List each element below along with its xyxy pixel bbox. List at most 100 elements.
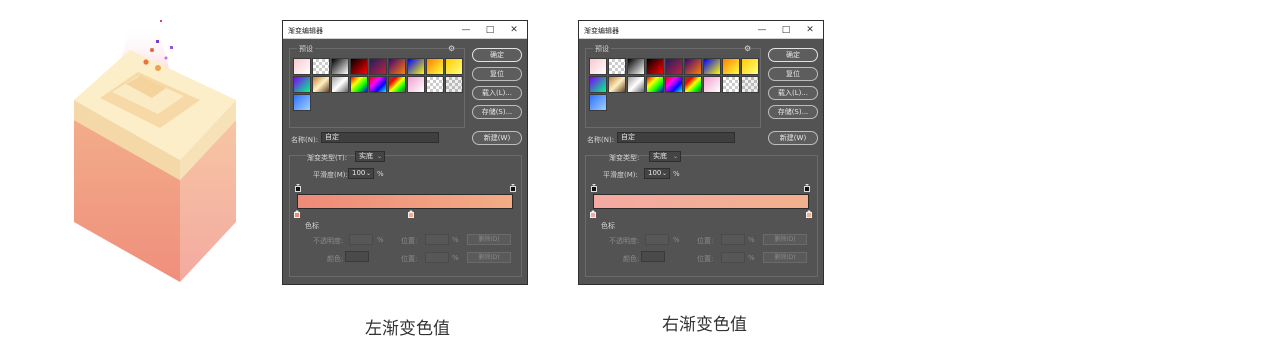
minimize-icon[interactable]: — [755,24,769,36]
opacity-stop-right[interactable] [510,184,516,192]
preset-swatch[interactable] [722,76,740,93]
gradient-type-select[interactable]: 实底 ⌄ [649,151,681,162]
preset-swatch[interactable] [589,76,607,93]
gradient-preview-bar[interactable] [593,194,809,209]
color-location-input[interactable] [721,252,745,263]
close-icon[interactable]: ✕ [803,24,817,36]
preset-swatch[interactable] [312,76,330,93]
opacity-location-input[interactable] [425,234,449,245]
preset-swatch[interactable] [684,58,702,75]
maximize-icon[interactable]: □ [483,24,497,36]
color-location-label: 位置: [697,255,714,263]
preset-swatch-grid [293,58,463,111]
new-button[interactable]: 新建(W) [768,131,818,145]
color-location-percent: % [452,254,459,262]
opacity-input[interactable] [349,234,373,245]
smoothness-value: 100 [352,169,366,177]
presets-label: 预设 [297,44,315,54]
preset-swatch[interactable] [293,94,311,111]
color-well[interactable] [345,251,369,262]
gradient-type-select[interactable]: 实底 ⌄ [355,151,385,162]
preset-swatch[interactable] [684,76,702,93]
preset-swatch[interactable] [627,76,645,93]
preset-swatch[interactable] [589,94,607,111]
dialog-title: 渐变编辑器 [584,27,619,35]
preset-swatch[interactable] [722,58,740,75]
preset-swatch[interactable] [369,76,387,93]
delete-opacity-stop-button[interactable]: 删除(D) [763,234,807,245]
gear-icon[interactable]: ⚙ [448,44,455,53]
preset-swatch[interactable] [703,76,721,93]
gradient-editor-dialog-left: 渐变编辑器 — □ ✕ 预设 ⚙ 确定 复位 载入(L)... 存储(S)...… [282,20,528,285]
preset-swatch[interactable] [665,76,683,93]
preset-swatch[interactable] [665,58,683,75]
preset-swatch[interactable] [407,76,425,93]
preset-swatch[interactable] [627,58,645,75]
preset-swatch[interactable] [331,76,349,93]
color-stop[interactable] [408,210,415,218]
save-button[interactable]: 存储(S)... [768,105,818,119]
preset-swatch[interactable] [312,58,330,75]
chevron-down-icon: ⌄ [365,170,371,177]
preset-swatch[interactable] [426,58,444,75]
gradient-type-value: 实底 [359,152,373,160]
reset-button[interactable]: 复位 [472,67,522,81]
preset-swatch[interactable] [741,76,759,93]
gradient-preview-bar[interactable] [297,194,513,209]
preset-swatch[interactable] [646,76,664,93]
color-stop[interactable] [294,210,300,218]
ok-button[interactable]: 确定 [768,48,818,62]
load-button[interactable]: 载入(L)... [472,86,522,100]
opacity-stop-left[interactable] [295,184,301,192]
ok-button[interactable]: 确定 [472,48,522,62]
preset-swatch[interactable] [426,76,444,93]
preset-swatch[interactable] [445,76,463,93]
preset-swatch[interactable] [407,58,425,75]
minimize-icon[interactable]: — [459,24,473,36]
opacity-input[interactable] [645,234,669,245]
preset-swatch[interactable] [293,58,311,75]
reset-button[interactable]: 复位 [768,67,818,81]
preset-swatch[interactable] [445,58,463,75]
delete-color-stop-button[interactable]: 删除(D) [763,252,807,263]
opacity-stop-right[interactable] [804,184,810,192]
smoothness-input[interactable]: 100 ⌄ [644,168,670,179]
save-button[interactable]: 存储(S)... [472,105,522,119]
smoothness-value: 100 [648,169,662,177]
name-input[interactable]: 自定 [321,132,439,143]
chevron-down-icon: ⌄ [376,153,382,160]
close-icon[interactable]: ✕ [507,24,521,36]
maximize-icon[interactable]: □ [779,24,793,36]
preset-swatch[interactable] [589,58,607,75]
preset-swatch[interactable] [608,58,626,75]
preset-swatch[interactable] [350,58,368,75]
preset-swatch[interactable] [331,58,349,75]
color-stop[interactable] [590,210,596,218]
new-button[interactable]: 新建(W) [472,131,522,145]
name-input[interactable]: 自定 [617,132,735,143]
smoothness-label: 平滑度(M): [313,171,348,179]
color-stops-label: 色标 [601,222,615,230]
preset-swatch[interactable] [646,58,664,75]
opacity-location-input[interactable] [721,234,745,245]
preset-swatch[interactable] [388,76,406,93]
load-button[interactable]: 载入(L)... [768,86,818,100]
preset-swatch[interactable] [350,76,368,93]
caption-left: 左渐变色值 [365,319,450,339]
color-stop[interactable] [806,210,812,218]
preset-swatch[interactable] [293,76,311,93]
color-location-input[interactable] [425,252,449,263]
preset-swatch[interactable] [741,58,759,75]
color-well[interactable] [641,251,665,262]
smoothness-unit: % [673,170,680,178]
title-bar: 渐变编辑器 — □ ✕ [579,21,823,39]
opacity-stop-left[interactable] [591,184,597,192]
preset-swatch[interactable] [608,76,626,93]
preset-swatch[interactable] [703,58,721,75]
preset-swatch[interactable] [388,58,406,75]
delete-color-stop-button[interactable]: 删除(D) [467,252,511,263]
delete-opacity-stop-button[interactable]: 删除(D) [467,234,511,245]
gear-icon[interactable]: ⚙ [744,44,751,53]
preset-swatch[interactable] [369,58,387,75]
smoothness-input[interactable]: 100 ⌄ [348,168,374,179]
